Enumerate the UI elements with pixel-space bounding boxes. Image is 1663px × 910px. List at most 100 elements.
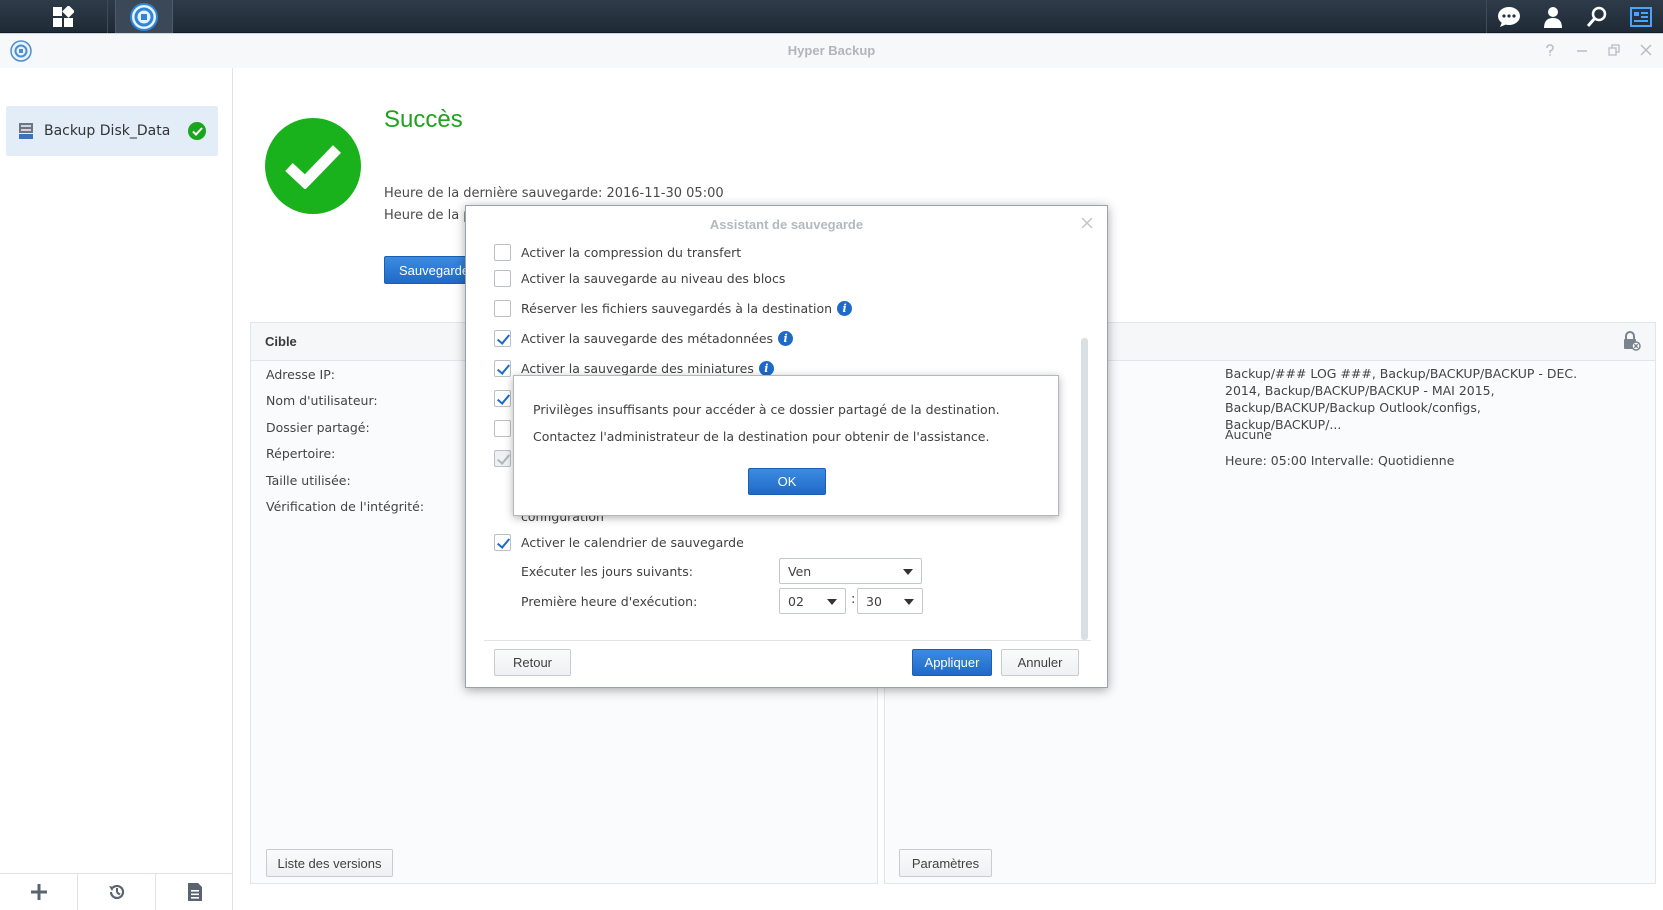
user-button[interactable] (1531, 0, 1575, 33)
hidden-option-checkbox[interactable] (494, 389, 511, 407)
add-task-button[interactable] (0, 874, 78, 910)
source-apps-value: Aucune (1225, 427, 1272, 442)
wizard-title: Assistant de sauvegarde (709, 217, 864, 232)
restore-button[interactable] (78, 874, 156, 910)
window-titlebar[interactable]: Hyper Backup (0, 34, 1663, 68)
chat-icon (1498, 6, 1520, 27)
task-sidebar: Backup Disk_Data (0, 68, 233, 910)
block-level-label: Activer la sauvegarde au niveau des bloc… (521, 270, 786, 286)
server-icon (19, 123, 33, 139)
document-icon (187, 883, 202, 901)
integrity-check-label: Vérification de l'intégrité: (266, 499, 425, 514)
apply-button[interactable]: Appliquer (912, 649, 992, 676)
reserve-files-checkbox[interactable] (494, 299, 511, 317)
version-list-button[interactable]: Liste des versions (266, 849, 393, 877)
footer-divider (484, 640, 1091, 641)
plus-icon (30, 884, 47, 900)
hour-value: 02 (788, 593, 804, 609)
transfer-compression-label: Activer la compression du transfert (521, 244, 742, 260)
minimize-icon (1577, 50, 1587, 52)
hour-select[interactable]: 02 (779, 588, 846, 614)
minimize-button[interactable] (1571, 40, 1593, 60)
permission-error-dialog: Privilèges insuffisants pour accéder à c… (513, 375, 1059, 516)
metadata-checkbox[interactable] (494, 329, 511, 347)
metadata-label: Activer la sauvegarde des métadonnées (521, 330, 774, 346)
settings-button[interactable]: Paramètres (899, 849, 992, 877)
days-label: Exécuter les jours suivants: (521, 564, 693, 579)
ok-button[interactable]: OK (748, 468, 826, 495)
option-reserve-files[interactable]: Réserver les fichiers sauvegardés à la d… (494, 298, 853, 318)
info-icon[interactable]: i (758, 360, 774, 376)
minute-value: 30 (866, 593, 882, 609)
option-backup-schedule[interactable]: Activer le calendrier de sauvegarde (494, 532, 744, 552)
close-button[interactable] (1635, 40, 1657, 60)
chevron-down-icon (904, 599, 914, 605)
window-controls (1539, 40, 1657, 60)
sidebar-task-backup-disk-data[interactable]: Backup Disk_Data (6, 106, 218, 156)
option-metadata-backup[interactable]: Activer la sauvegarde des métadonnées i (494, 328, 794, 348)
grid-icon (52, 5, 74, 27)
block-level-checkbox[interactable] (494, 269, 511, 287)
close-icon (1081, 217, 1093, 229)
history-icon (108, 884, 124, 900)
thumbnail-label: Activer la sauvegarde des miniatures (521, 360, 754, 376)
directory-label: Répertoire: (266, 446, 336, 461)
reserve-files-label: Réserver les fichiers sauvegardés à la d… (521, 300, 833, 316)
thumbnail-checkbox[interactable] (494, 359, 511, 377)
option-transfer-compression[interactable]: Activer la compression du transfert (494, 242, 741, 262)
back-button[interactable]: Retour (494, 649, 571, 676)
days-value: Ven (788, 563, 812, 579)
widgets-button[interactable] (1619, 0, 1663, 33)
help-icon (1546, 44, 1554, 56)
taskbar-hyper-backup[interactable] (115, 0, 173, 33)
cancel-button[interactable]: Annuler (1001, 649, 1079, 676)
info-icon[interactable]: i (837, 300, 853, 316)
success-badge-icon (188, 122, 206, 140)
wizard-close-button[interactable] (1081, 214, 1093, 233)
option-block-level-backup[interactable]: Activer la sauvegarde au niveau des bloc… (494, 268, 785, 288)
source-folders-value: Backup/### LOG ###, Backup/BACKUP/BACKUP… (1225, 366, 1578, 432)
hidden-option-checkbox[interactable] (494, 419, 511, 437)
days-select[interactable]: Ven (779, 558, 922, 584)
log-button[interactable] (156, 874, 233, 910)
used-size-label: Taille utilisée: (266, 473, 351, 488)
schedule-label: Activer le calendrier de sauvegarde (521, 534, 744, 550)
chevron-down-icon (827, 599, 837, 605)
info-icon[interactable]: i (778, 330, 794, 346)
wizard-titlebar[interactable]: Assistant de sauvegarde (466, 206, 1107, 242)
user-icon (1544, 6, 1562, 28)
main-menu-button[interactable] (18, 0, 108, 33)
error-message: Privilèges insuffisants pour accéder à c… (533, 402, 1000, 444)
chevron-down-icon (903, 569, 913, 575)
task-label: Backup Disk_Data (44, 123, 171, 139)
time-colon: : (851, 592, 856, 607)
disabled-checkbox (494, 449, 511, 467)
hyper-backup-icon (130, 2, 158, 31)
schedule-value: Heure: 05:00 Intervalle: Quotidienne (1225, 453, 1455, 468)
schedule-checkbox[interactable] (494, 533, 511, 551)
taskbar (0, 0, 1663, 33)
search-button[interactable] (1575, 0, 1619, 33)
last-backup-time: Heure de la dernière sauvegarde: 2016-11… (384, 186, 724, 201)
widgets-icon (1630, 6, 1652, 27)
help-button[interactable] (1539, 40, 1561, 60)
ip-address-label: Adresse IP: (266, 367, 335, 382)
target-panel-title: Cible (265, 334, 297, 349)
wizard-scrollbar[interactable] (1081, 338, 1088, 640)
wizard-footer: Retour Appliquer Annuler (466, 640, 1109, 687)
window-title: Hyper Backup (787, 43, 876, 58)
minute-select[interactable]: 30 (857, 588, 923, 614)
lock-settings-icon[interactable] (1621, 331, 1641, 351)
maximize-button[interactable] (1603, 40, 1625, 60)
transfer-compression-checkbox[interactable] (494, 243, 511, 261)
chat-button[interactable] (1487, 0, 1531, 33)
status-title: Succès (384, 106, 463, 133)
restore-icon (1608, 44, 1620, 56)
close-icon (1640, 44, 1652, 56)
username-label: Nom d'utilisateur: (266, 393, 378, 408)
sidebar-footer (0, 873, 233, 910)
taskbar-tray (1486, 0, 1663, 33)
success-check-icon (265, 118, 361, 214)
search-icon (1586, 6, 1607, 27)
shared-folder-label: Dossier partagé: (266, 420, 370, 435)
